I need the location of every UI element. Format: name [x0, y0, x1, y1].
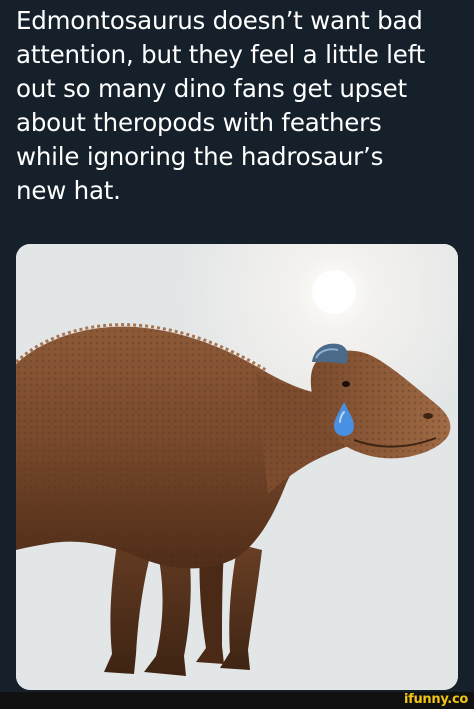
post-caption: Edmontosaurus doesn’t want bad attention… [16, 4, 464, 208]
caption-line: attention, but they feel a little left [16, 40, 426, 69]
caption-line: while ignoring the hadrosaur’s [16, 142, 384, 171]
watermark-bar [0, 692, 474, 709]
ifunny-watermark: ifunny.co [403, 692, 468, 707]
caption-line: out so many dino fans get upset [16, 74, 407, 103]
caption-line: Edmontosaurus doesn’t want bad [16, 6, 423, 35]
post-image[interactable] [16, 244, 458, 690]
caption-line: about theropods with feathers [16, 108, 382, 137]
edmontosaurus-illustration [16, 244, 458, 690]
meme-page: Edmontosaurus doesn’t want bad attention… [0, 0, 474, 709]
caption-line: new hat. [16, 176, 121, 205]
